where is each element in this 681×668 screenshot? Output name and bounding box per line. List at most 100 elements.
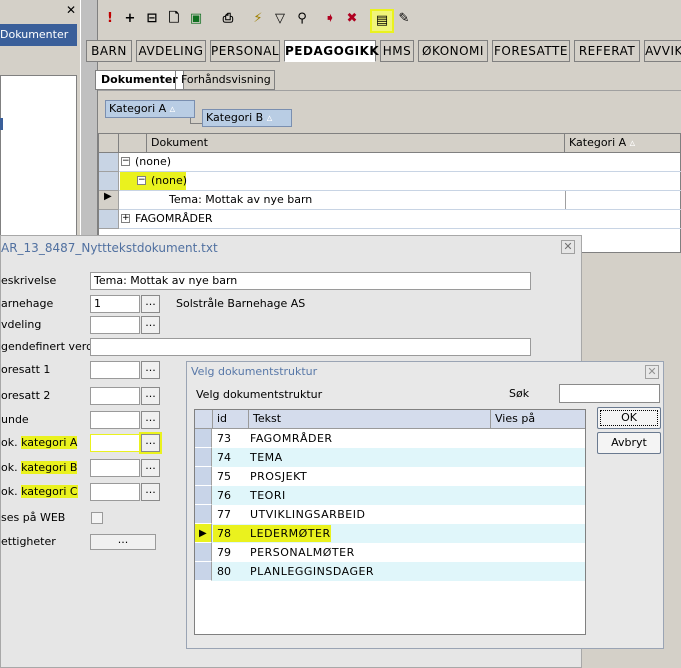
cross-arrow-icon[interactable]: ✖	[342, 8, 362, 30]
kategori-a-lookup-button[interactable]: ...	[139, 432, 162, 454]
group-row-none-nested[interactable]: − (none)	[119, 172, 681, 191]
structure-row[interactable]: 80 PLANLEGGINSDAGER	[195, 562, 585, 581]
label-prefix: ok.	[1, 461, 18, 474]
structure-row[interactable]: 76 TEORI	[195, 486, 585, 505]
tab-hms[interactable]: HMS	[380, 40, 414, 62]
expand-icon[interactable]: +	[121, 214, 130, 223]
kategori-b-input[interactable]	[90, 459, 140, 477]
avdeling-input[interactable]	[90, 316, 140, 334]
row-selector[interactable]	[99, 153, 119, 172]
tab-referat[interactable]: REFERAT	[574, 40, 640, 62]
row-selector[interactable]	[195, 467, 212, 486]
label-egendefinert: gendefinert verdi	[1, 340, 97, 353]
group-chip-kategori-a[interactable]: Kategori A ▵	[105, 100, 195, 118]
current-row-arrow-icon: ▶	[199, 528, 207, 539]
edit-properties-icon[interactable]: ▤	[370, 9, 394, 33]
structure-grid: id Tekst Vies på 73 FAGOMRÅDER 74 TEMA 75 PRO…	[194, 409, 586, 635]
collapse-icon[interactable]: −	[121, 157, 130, 166]
kategori-a-input[interactable]	[90, 434, 140, 452]
left-selection-marker	[0, 118, 3, 130]
structure-row[interactable]: ▶ 78 LEDERMØTER	[195, 524, 585, 543]
beskrivelse-input[interactable]: Tema: Mottak av nye barn	[90, 272, 531, 290]
close-icon[interactable]: ✕	[645, 365, 659, 379]
subtab-forhandsvisning[interactable]: Forhåndsvisning	[175, 70, 275, 90]
grid-header-id[interactable]: id	[213, 410, 249, 429]
tab-personal[interactable]: PERSONAL	[210, 40, 280, 62]
group-chip-kategori-b[interactable]: Kategori B ▵	[202, 109, 292, 127]
preview-icon[interactable]: 🗋	[164, 8, 184, 30]
search-input[interactable]	[559, 384, 660, 403]
barnehage-name: Solstråle Barnehage AS	[176, 297, 306, 310]
row-selector[interactable]	[195, 429, 212, 448]
structure-row[interactable]: 75 PROSJEKT	[195, 467, 585, 486]
document-row[interactable]: Tema: Mottak av nye barn	[119, 191, 681, 210]
structure-row[interactable]: 74 TEMA	[195, 448, 585, 467]
structure-row[interactable]: 77 UTVIKLINGSARBEID	[195, 505, 585, 524]
egendefinert-input[interactable]	[90, 338, 531, 356]
tab-foresatte[interactable]: FORESATTE	[492, 40, 570, 62]
tree-icon[interactable]: ⊟	[142, 8, 162, 30]
binoculars-icon[interactable]: ⚲	[292, 8, 312, 30]
tab-barn[interactable]: BARN	[86, 40, 132, 62]
label-kategori-b-text: kategori B	[21, 461, 78, 474]
group-row-none[interactable]: − (none)	[119, 153, 681, 172]
row-id: 79	[217, 546, 231, 559]
foresatt2-input[interactable]	[90, 387, 140, 405]
exclamation-icon[interactable]: !	[100, 8, 120, 30]
ok-button[interactable]: OK	[597, 407, 661, 429]
grid-header-dokument[interactable]: Dokument	[147, 134, 565, 153]
collapse-icon[interactable]: −	[137, 176, 146, 185]
structure-row[interactable]: 79 PERSONALMØTER	[195, 543, 585, 562]
avdeling-lookup-button[interactable]: ...	[141, 316, 160, 334]
left-item-dokumenter[interactable]: Dokumenter	[0, 24, 77, 46]
printer-icon[interactable]: ⎙	[218, 8, 238, 30]
kategori-b-lookup-button[interactable]: ...	[141, 459, 160, 477]
group-chip-label: Kategori A	[109, 102, 167, 115]
foresatt1-lookup-button[interactable]: ...	[141, 361, 160, 379]
grid-header-kategori-a[interactable]: Kategori A ▵	[565, 134, 681, 153]
label-avdeling: vdeling	[1, 318, 42, 331]
row-selector[interactable]	[195, 543, 212, 562]
label-foresatt2: oresatt 2	[1, 389, 51, 402]
grid-header-vies-pa[interactable]: Vies på	[491, 410, 585, 429]
row-selector[interactable]	[99, 210, 119, 229]
cancel-button[interactable]: Avbryt	[597, 432, 661, 454]
row-selector[interactable]	[195, 486, 212, 505]
tab-avdeling[interactable]: AVDELING	[136, 40, 206, 62]
row-selector[interactable]	[195, 562, 212, 581]
plus-icon[interactable]: +	[120, 8, 140, 30]
filter-icon[interactable]: ▽	[270, 8, 290, 30]
subtab-dokumenter[interactable]: Dokumenter	[95, 70, 184, 90]
barnehage-id-input[interactable]: 1	[90, 295, 140, 313]
excel-icon[interactable]: ▣	[186, 8, 206, 30]
structure-row[interactable]: 73 FAGOMRÅDER	[195, 429, 585, 448]
barnehage-lookup-button[interactable]: ...	[141, 295, 160, 313]
close-icon[interactable]: ✕	[561, 240, 575, 254]
foresatt1-input[interactable]	[90, 361, 140, 379]
kategori-c-lookup-button[interactable]: ...	[141, 483, 160, 501]
row-selector[interactable]: ▶	[195, 524, 212, 543]
row-selector[interactable]	[99, 172, 119, 191]
row-selector-current[interactable]: ▶	[99, 191, 119, 210]
row-text: PERSONALMØTER	[250, 546, 355, 559]
row-selector[interactable]	[195, 448, 212, 467]
row-selector[interactable]	[195, 505, 212, 524]
tab-avvik[interactable]: AVVIK	[644, 40, 681, 62]
close-icon[interactable]: ✕	[66, 4, 78, 16]
vises-pa-web-checkbox[interactable]	[91, 512, 103, 524]
label-vises-pa-web: ses på WEB	[1, 511, 66, 524]
filter-lightning-icon[interactable]: ⚡	[248, 8, 268, 30]
group-row-fagomrader[interactable]: + FAGOMRÅDER	[119, 210, 681, 229]
pencil-icon[interactable]: ✎	[394, 8, 414, 30]
kategori-c-input[interactable]	[90, 483, 140, 501]
rettigheter-button[interactable]: ...	[90, 534, 156, 550]
kunde-lookup-button[interactable]: ...	[141, 411, 160, 429]
grid-header-tekst[interactable]: Tekst	[249, 410, 491, 429]
tab-okonomi[interactable]: ØKONOMI	[418, 40, 488, 62]
foresatt2-lookup-button[interactable]: ...	[141, 387, 160, 405]
arrow-star-icon[interactable]: ➧	[320, 8, 340, 30]
tab-pedagogikk[interactable]: PEDAGOGIKK	[284, 40, 379, 62]
row-id: 73	[217, 432, 231, 445]
sort-asc-icon: ▵	[629, 136, 636, 149]
kunde-input[interactable]	[90, 411, 140, 429]
